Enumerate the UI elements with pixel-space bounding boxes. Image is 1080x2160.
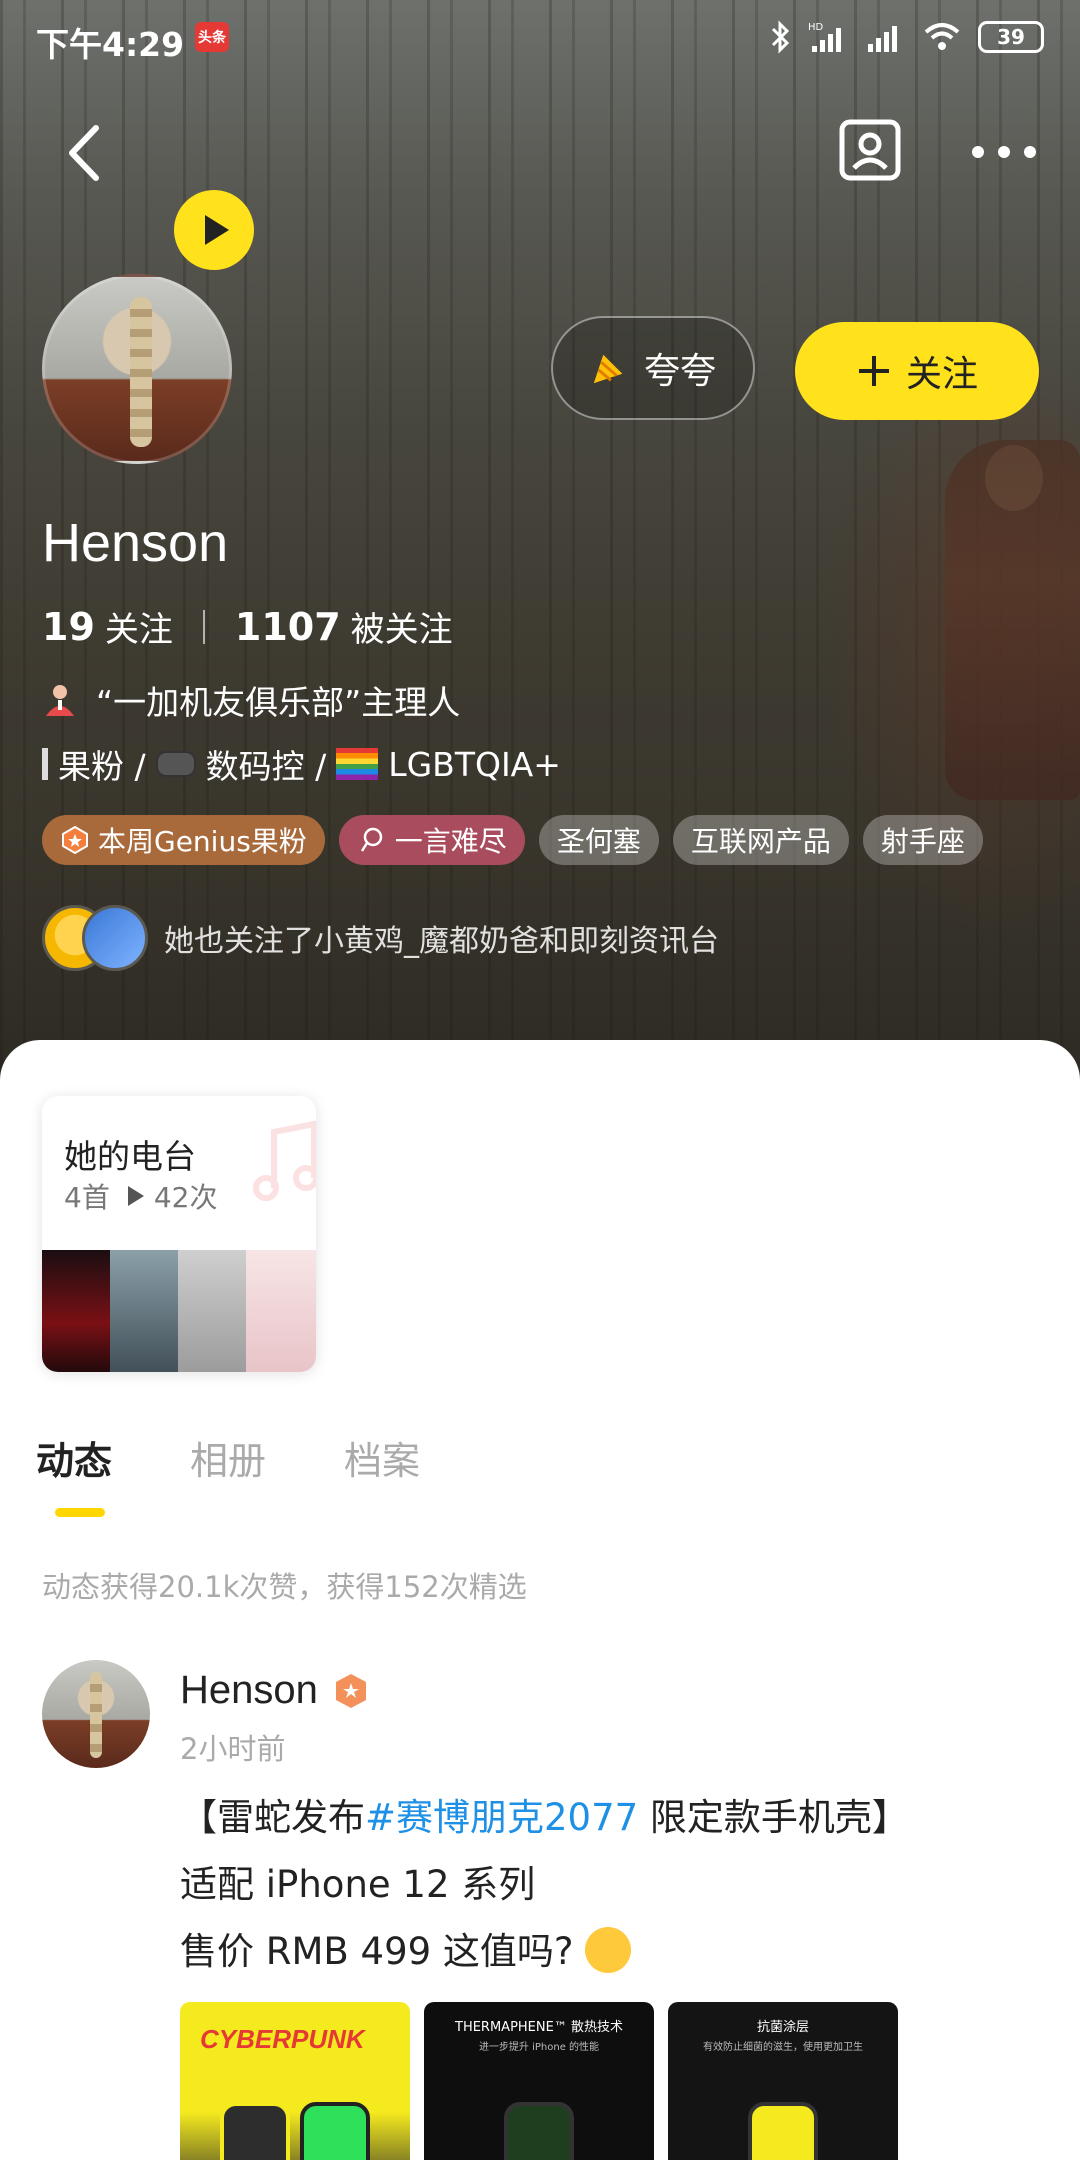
following-count[interactable]: 19 <box>42 605 95 649</box>
radio-play-count: 42次 <box>153 1181 218 1214</box>
album-cover <box>110 1250 178 1372</box>
tab-archive[interactable]: 档案 <box>344 1430 420 1485</box>
party-horn-icon <box>593 354 623 384</box>
chip-industry[interactable]: 互联网产品 <box>672 815 849 865</box>
following-label[interactable]: 关注 <box>105 602 173 651</box>
post-body[interactable]: 【雷蛇发布#赛博朋克2077 限定款手机壳】 适配 iPhone 12 系列 售… <box>180 1784 909 1985</box>
mutual-avatar-news <box>82 905 148 971</box>
mutual-text: 她也关注了小黄鸡_魔都奶爸和即刻资讯台 <box>164 924 719 959</box>
thinking-face-icon <box>585 1926 632 1973</box>
rainbow-flag-icon <box>336 748 379 780</box>
signal-hd-icon: HD <box>808 22 841 52</box>
profile-avatar[interactable] <box>42 274 232 464</box>
svg-text:HD: HD <box>808 22 824 33</box>
post-image[interactable]: 抗菌涂层 有效防止细菌的滋生，使用更加卫生 <box>668 2002 898 2160</box>
apple-icon <box>42 748 48 780</box>
profile-card-icon[interactable] <box>838 118 902 182</box>
active-tab-indicator <box>55 1508 105 1517</box>
quote-bubble-icon <box>360 827 383 852</box>
chip-zodiac[interactable]: 射手座 <box>862 815 983 865</box>
chip-location[interactable]: 圣何塞 <box>538 815 659 865</box>
bluetooth-icon <box>771 20 790 54</box>
post-author-avatar[interactable] <box>42 1660 150 1768</box>
mutual-follows[interactable]: 她也关注了小黄鸡_魔都奶爸和即刻资讯台 <box>42 905 719 971</box>
follow-button[interactable]: 关注 <box>795 322 1039 420</box>
post-hashtag[interactable]: #赛博朋克2077 <box>365 1796 638 1839</box>
more-dots-icon[interactable] <box>962 130 1046 174</box>
album-cover <box>246 1250 316 1372</box>
status-time: 下午4:29 <box>36 25 185 64</box>
chip-quote[interactable]: 一言难尽 <box>338 815 525 865</box>
profile-chips: 本周Genius果粉 一言难尽 圣何塞 互联网产品 射手座 <box>42 815 983 865</box>
role-text: “一加机友俱乐部”主理人 <box>96 683 461 722</box>
post-image[interactable]: CYBERPUNK <box>180 2002 410 2160</box>
radio-play-button[interactable] <box>174 190 254 270</box>
play-icon <box>205 215 229 245</box>
back-arrow-icon[interactable] <box>56 118 116 188</box>
radio-track-count: 4首 <box>64 1181 110 1214</box>
profile-name: Henson <box>42 513 229 573</box>
play-count-icon <box>127 1186 144 1206</box>
album-cover <box>42 1250 110 1372</box>
genius-star-icon <box>62 825 88 855</box>
news-app-icon: 头条 <box>195 22 229 52</box>
post-author[interactable]: Henson <box>180 1668 370 1713</box>
tab-posts[interactable]: 动态 <box>36 1430 112 1485</box>
profile-tabs: 动态 相册 档案 <box>36 1430 420 1485</box>
posts-summary: 动态获得20.1k次赞，获得152次精选 <box>42 1570 527 1604</box>
praise-label: 夸夸 <box>643 351 716 392</box>
profile-tag-line: 果粉 / 数码控 / LGBTQIA+ <box>42 740 561 788</box>
music-note-icon <box>253 1120 316 1201</box>
radio-card[interactable]: 她的电台 4首 42次 <box>42 1096 316 1372</box>
follow-label: 关注 <box>905 354 978 395</box>
tab-album[interactable]: 相册 <box>190 1430 266 1485</box>
radio-title: 她的电台 <box>64 1137 196 1176</box>
cyberpunk-logo-text: CYBERPUNK <box>200 2024 365 2054</box>
gamepad-icon <box>155 751 196 777</box>
status-bar: 下午4:29 头条 HD 39 <box>0 0 1080 76</box>
verified-badge-icon <box>335 1673 366 1708</box>
radio-covers <box>42 1250 316 1372</box>
album-cover <box>178 1250 246 1372</box>
post-image[interactable]: THERMAPHENE™ 散热技术 进一步提升 iPhone 的性能 <box>424 2002 654 2160</box>
praise-button[interactable]: 夸夸 <box>551 316 755 420</box>
wifi-icon <box>924 23 960 50</box>
plus-icon <box>858 356 889 386</box>
battery-indicator: 39 <box>978 21 1044 53</box>
host-person-icon <box>46 685 74 716</box>
radio-meta: 4首 42次 <box>64 1176 217 1216</box>
profile-role: “一加机友俱乐部”主理人 <box>42 676 460 724</box>
followers-label[interactable]: 被关注 <box>351 602 453 651</box>
post-images: CYBERPUNK THERMAPHENE™ 散热技术 进一步提升 iPhone… <box>180 2002 898 2160</box>
signal-icon <box>868 26 897 52</box>
post-time: 2小时前 <box>180 1732 286 1766</box>
follow-stats: 19 关注 1107 被关注 <box>42 602 453 651</box>
chip-genius[interactable]: 本周Genius果粉 <box>42 815 325 865</box>
followers-count[interactable]: 1107 <box>235 605 341 649</box>
